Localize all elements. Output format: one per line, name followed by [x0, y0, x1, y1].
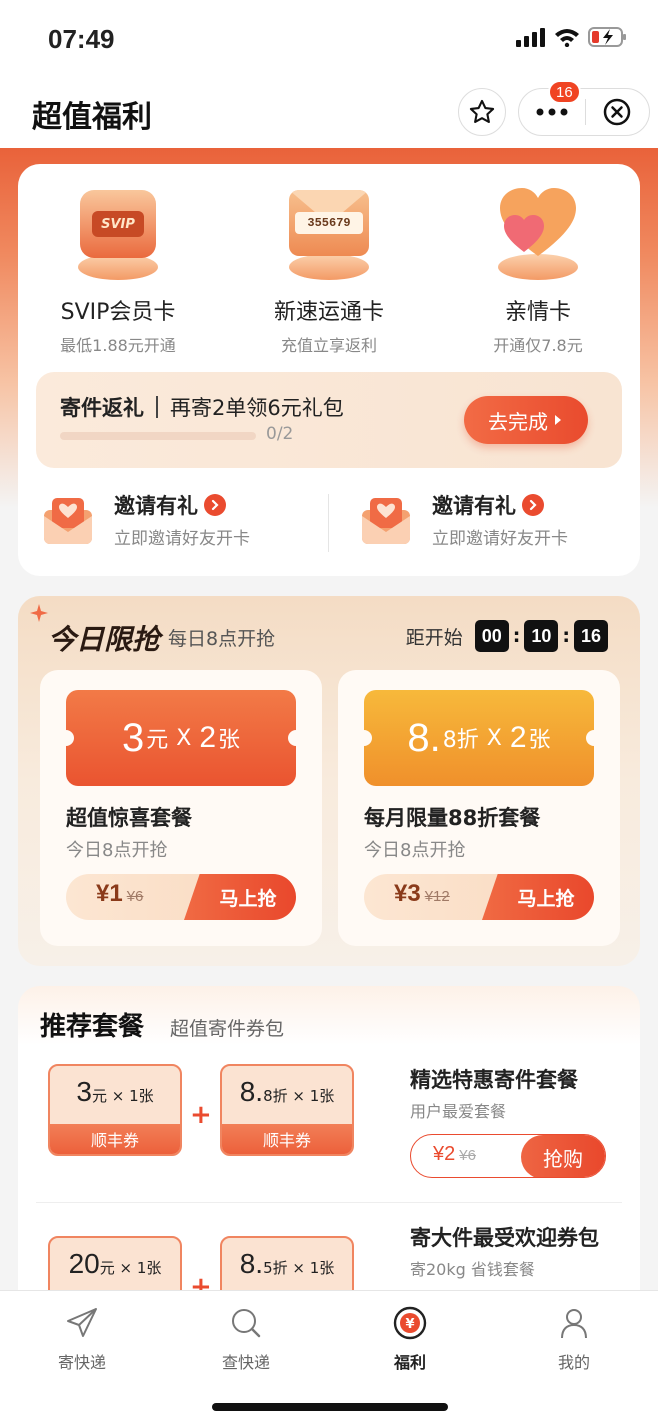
deal-card-1[interactable]: 3元 X 2张 超值惊喜套餐 今日8点开抢 ¥1 ¥6 马上抢 [40, 670, 322, 946]
task-desc: 再寄2单领6元礼包 [170, 396, 344, 420]
favorite-button[interactable] [458, 88, 506, 136]
complete-task-button[interactable]: 去完成 [464, 396, 588, 444]
deal-price: ¥1 ¥6 [96, 880, 144, 907]
search-icon [226, 1303, 266, 1343]
grab-label: 马上抢 [482, 874, 594, 920]
card-name: 新速运通卡 [273, 300, 384, 325]
package-sub: 寄20kg 省钱套餐 [410, 1260, 535, 1279]
tab-label: 寄快递 [57, 1353, 106, 1372]
tab-label: 福利 [393, 1353, 426, 1372]
invite-gift-1[interactable]: 邀请有礼 立即邀请好友开卡 [42, 488, 302, 558]
card-family[interactable]: 亲情卡 开通仅7.8元 [438, 184, 638, 356]
status-time: 07:49 [48, 24, 115, 54]
invite-title: 邀请有礼 [432, 490, 544, 520]
sparkle-icon [30, 604, 48, 622]
invite-divider [328, 494, 329, 552]
tab-send[interactable]: 寄快递 [32, 1303, 132, 1373]
package-price: ¥2 ¥6 [433, 1143, 476, 1165]
card-name: SVIP会员卡 [60, 300, 176, 325]
card-name: 亲情卡 [504, 300, 571, 325]
coupon-chip: 8.8折 × 1张 顺丰券 [220, 1064, 354, 1156]
deal-sub: 今日8点开抢 [66, 840, 168, 861]
card-sub: 开通仅7.8元 [493, 336, 583, 355]
shipping-task: 寄件返礼 再寄2单领6元礼包 0/2 去完成 [36, 372, 622, 468]
section-title: 推荐套餐 [40, 1012, 145, 1042]
tab-mine[interactable]: 我的 [524, 1303, 624, 1373]
grab-button[interactable]: ¥3 ¥12 马上抢 [364, 874, 594, 920]
section-sub: 超值寄件券包 [170, 1018, 285, 1040]
package-1[interactable]: 3元 × 1张 顺丰券 + 8.8折 × 1张 顺丰券 精选特惠寄件套餐 用户最… [18, 1064, 640, 1214]
countdown-hours: 00 [474, 620, 509, 652]
svip-card-icon: SVIP [68, 184, 168, 280]
complete-task-label: 去完成 [488, 409, 548, 434]
more-dots-icon [536, 108, 568, 116]
user-icon [554, 1303, 594, 1343]
gift-envelope-icon [44, 498, 92, 544]
deal-name: 每月限量88折套餐 [364, 806, 541, 830]
notification-badge: 16 [548, 80, 581, 104]
countdown-minutes: 10 [524, 620, 559, 652]
wifi-icon [555, 29, 579, 47]
card-express[interactable]: 355679 新速运通卡 充值立享返利 [229, 184, 429, 356]
card-sub: 最低1.88元开通 [60, 336, 176, 355]
mini-program-capsule [518, 88, 650, 136]
invite-gift-2[interactable]: 邀请有礼 立即邀请好友开卡 [360, 488, 620, 558]
send-icon [62, 1303, 102, 1343]
gift-envelope-icon [362, 498, 410, 544]
star-icon [469, 99, 495, 123]
task-name: 寄件返礼 [60, 396, 144, 420]
countdown-seconds: 16 [574, 620, 608, 652]
deal-price: ¥3 ¥12 [394, 880, 450, 907]
card-sub: 充值立享返利 [280, 336, 377, 355]
chevron-right-icon [204, 494, 226, 516]
deal-coupon: 8. 8折 X 2张 [356, 690, 602, 786]
status-bar: 07:49 [0, 0, 658, 78]
invite-title: 邀请有礼 [114, 490, 226, 520]
task-progress-count: 0/2 [266, 424, 294, 444]
plus-icon: + [190, 1100, 212, 1130]
grab-button[interactable]: ¥1 ¥6 马上抢 [66, 874, 296, 920]
yen-icon: ¥ [390, 1303, 430, 1343]
flash-sale-logo: 今日限抢 [48, 623, 161, 656]
deal-card-2[interactable]: 8. 8折 X 2张 每月限量88折套餐 今日8点开抢 ¥3 ¥12 马上抢 [338, 670, 620, 946]
deal-name: 超值惊喜套餐 [66, 806, 192, 830]
package-name: 寄大件最受欢迎券包 [410, 1226, 599, 1250]
task-title: 寄件返礼 再寄2单领6元礼包 [60, 392, 344, 422]
tab-label: 我的 [557, 1353, 590, 1372]
tab-track[interactable]: 查快递 [196, 1303, 296, 1373]
heart-icon [488, 184, 588, 280]
close-button[interactable] [586, 89, 650, 135]
invite-sub: 立即邀请好友开卡 [432, 529, 568, 549]
caret-right-icon [555, 415, 561, 425]
card-svip[interactable]: SVIP SVIP会员卡 最低1.88元开通 [18, 184, 218, 356]
chevron-right-icon [522, 494, 544, 516]
grab-label: 马上抢 [184, 874, 296, 920]
coupon-chip: 3元 × 1张 顺丰券 [48, 1064, 182, 1156]
package-name: 精选特惠寄件套餐 [410, 1068, 578, 1092]
deal-coupon: 3元 X 2张 [58, 690, 304, 786]
countdown: 距开始 00 : 10 : 16 [406, 620, 608, 652]
invite-sub: 立即邀请好友开卡 [114, 529, 250, 549]
package-sub: 用户最爱套餐 [410, 1102, 507, 1121]
flash-sale-section: 今日限抢 每日8点开抢 距开始 00 : 10 : 16 3元 X 2张 超值惊… [18, 596, 640, 966]
countdown-label: 距开始 [405, 626, 463, 649]
close-icon [604, 98, 631, 126]
status-icons [516, 26, 628, 48]
task-progress-bar [60, 432, 256, 440]
buy-package-button[interactable]: ¥2 ¥6 抢购 [410, 1134, 606, 1178]
envelope-card-icon: 355679 [279, 184, 379, 280]
svg-text:¥: ¥ [405, 1317, 414, 1332]
flash-sale-sub: 每日8点开抢 [168, 628, 276, 650]
membership-card-panel: SVIP SVIP会员卡 最低1.88元开通 355679 新速运通卡 充值立享… [18, 164, 640, 576]
deal-sub: 今日8点开抢 [364, 840, 466, 861]
package-divider [36, 1202, 622, 1203]
tab-label: 查快递 [221, 1353, 270, 1372]
signal-icon [516, 28, 545, 47]
buy-label: 抢购 [521, 1135, 605, 1177]
tab-welfare[interactable]: ¥ 福利 [360, 1303, 460, 1373]
home-indicator[interactable] [212, 1403, 448, 1411]
battery-icon [588, 27, 626, 47]
page-title: 超值福利 [32, 100, 152, 135]
